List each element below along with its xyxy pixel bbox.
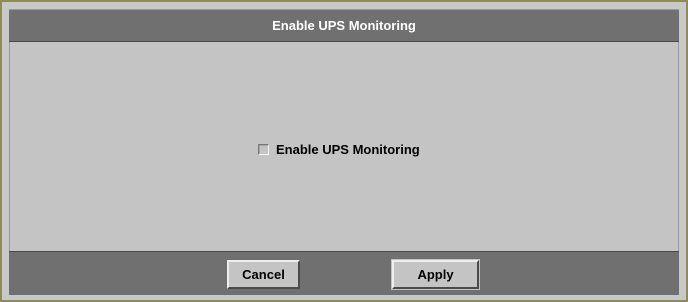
dialog-title: Enable UPS Monitoring [272,18,416,33]
apply-button[interactable]: Apply [391,259,480,290]
content-panel: Enable UPS Monitoring [9,42,679,251]
cancel-button[interactable]: Cancel [227,260,300,289]
enable-ups-checkbox-row[interactable]: Enable UPS Monitoring [258,140,420,158]
ups-dialog: Enable UPS Monitoring Enable UPS Monitor… [0,0,688,302]
dialog-title-bar: Enable UPS Monitoring [9,9,679,42]
enable-ups-checkbox[interactable] [258,143,269,155]
button-bar: Cancel Apply [9,251,679,295]
enable-ups-checkbox-label[interactable]: Enable UPS Monitoring [276,142,420,157]
